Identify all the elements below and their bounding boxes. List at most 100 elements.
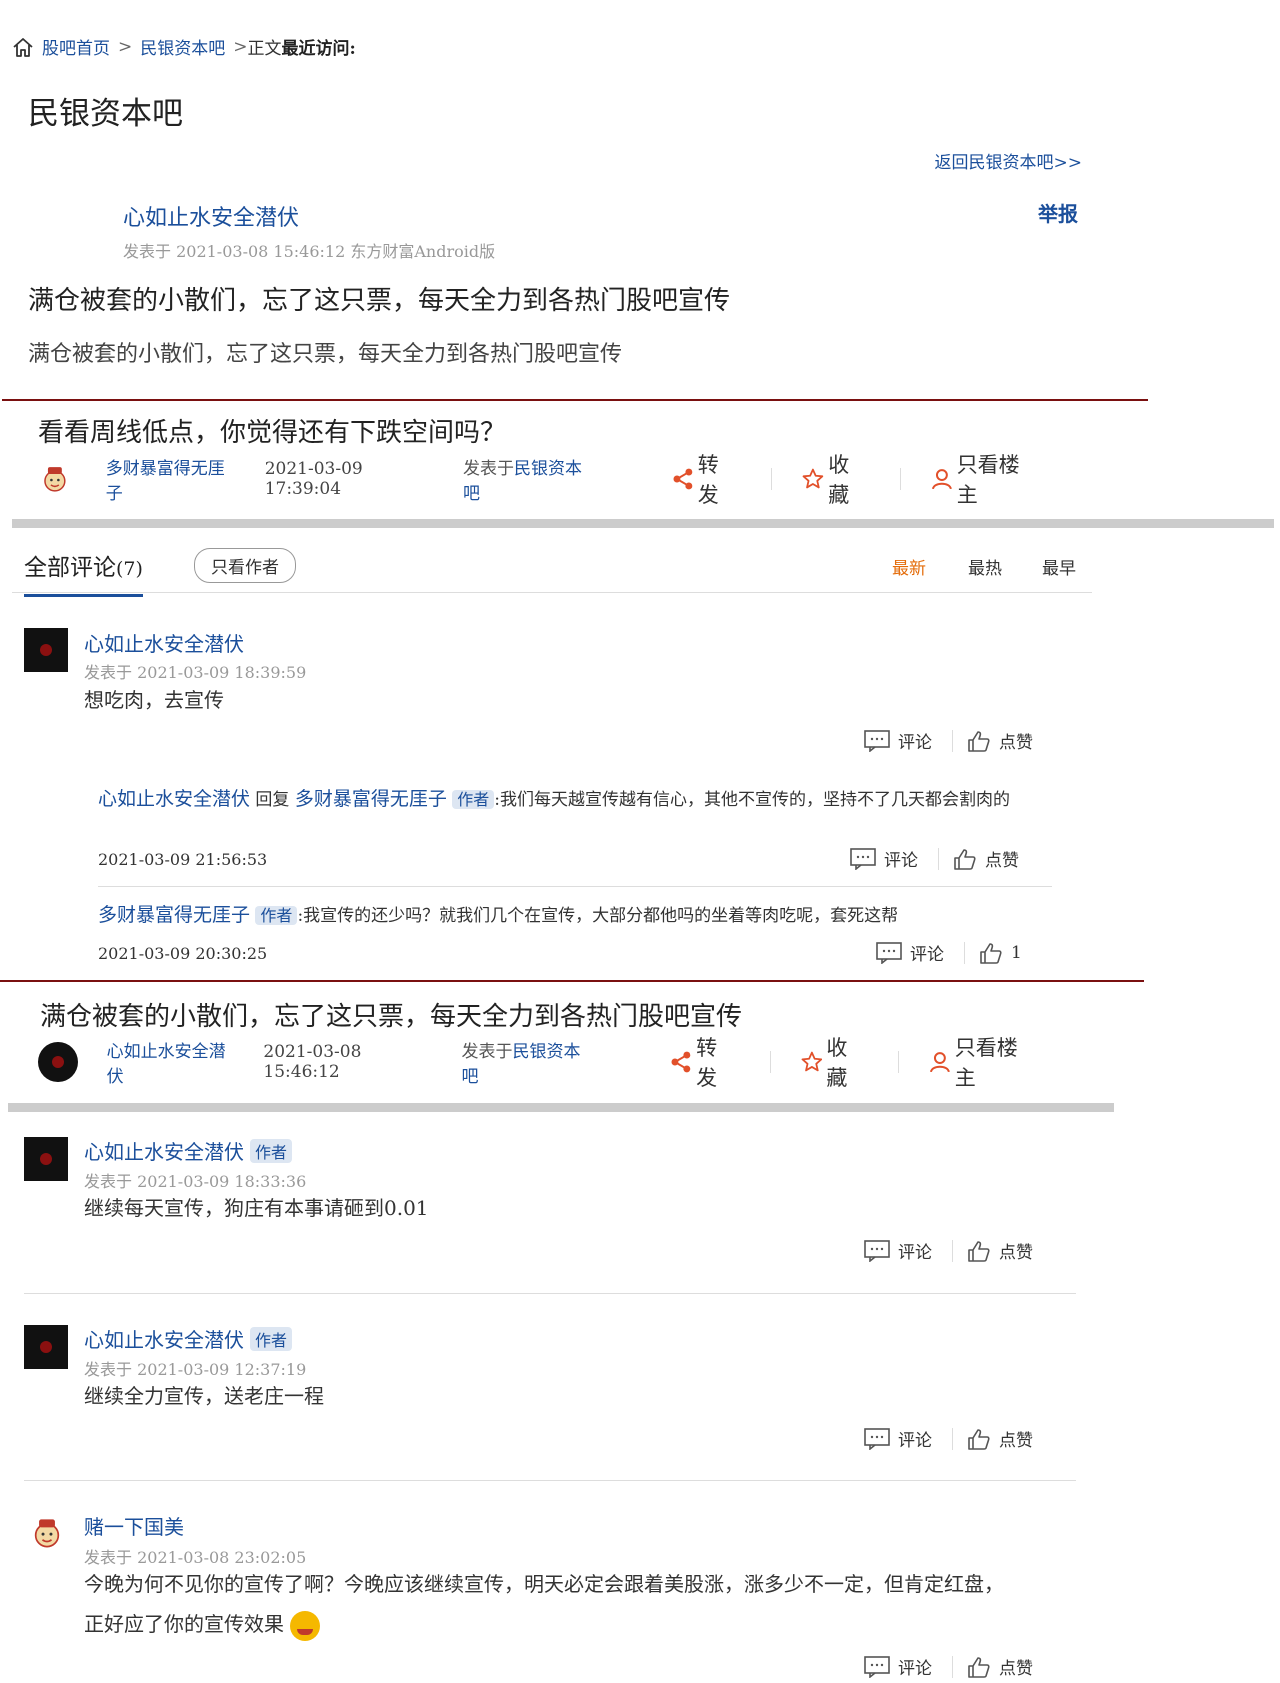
reply-text: :我宣传的还少吗？就我们几个在宣传，大部分都他吗的坐着等肉吃呢，套死这帮 (297, 906, 899, 926)
user-avatar-icon[interactable] (40, 464, 70, 494)
comment-label: 评论 (884, 851, 918, 871)
post-author[interactable]: 心如止水安全潜伏 (123, 200, 299, 232)
quoted-post-author[interactable]: 心如止水安全潜伏 (107, 1037, 242, 1087)
reply-author[interactable]: 多财暴富得无厓子 (98, 904, 250, 926)
post-title: 满仓被套的小散们，忘了这只票，每天全力到各热门股吧宣传 (28, 286, 731, 316)
breadcrumb-separator: > (118, 36, 133, 57)
like-count: 1 (1011, 942, 1022, 963)
favorite-button[interactable]: 收藏 (801, 1032, 868, 1092)
quoted-post-toolbar: 多财暴富得无厓子 2021-03-09 17:39:04 发表于民银资本吧 转发… (40, 453, 1040, 507)
only-owner-label: 只看楼主 (954, 1036, 1018, 1090)
avatar[interactable] (24, 1137, 68, 1181)
comment-icon (864, 1240, 890, 1262)
comment-author-link[interactable]: 心如止水安全潜伏 (84, 1136, 244, 1165)
like-icon (967, 1428, 991, 1450)
only-owner-button[interactable]: 只看楼主 (931, 449, 1040, 509)
only-owner-label: 只看楼主 (956, 453, 1020, 507)
avatar[interactable] (38, 1042, 78, 1082)
comment-author-link[interactable]: 心如止水安全潜伏 (84, 1324, 244, 1353)
avatar[interactable] (24, 628, 68, 672)
like-label: 点赞 (999, 1243, 1033, 1263)
like-button[interactable]: 点赞 (953, 846, 1019, 871)
favorite-label: 收藏 (826, 1036, 848, 1090)
sort-oldest[interactable]: 最早 (1042, 554, 1076, 579)
posted-in-label: 发表于 (463, 459, 515, 479)
comment-button[interactable]: 评论 (876, 940, 944, 965)
sort-newest[interactable]: 最新 (892, 554, 926, 579)
person-icon (931, 468, 953, 490)
breadcrumb-bar-link[interactable]: 民银资本吧 (140, 34, 225, 59)
like-button[interactable]: 点赞 (967, 1238, 1033, 1263)
comment-text-line: 正好应了你的宣传效果 (84, 1612, 284, 1636)
comment-label: 评论 (898, 1659, 932, 1679)
sort-hottest[interactable]: 最热 (968, 554, 1002, 579)
separator (771, 468, 773, 490)
author-badge: 作者 (255, 906, 298, 925)
author-badge: 作者 (250, 1326, 293, 1351)
comment-button[interactable]: 评论 (864, 728, 932, 753)
author-badge: 作者 (250, 1138, 293, 1163)
like-label: 点赞 (999, 1659, 1033, 1679)
comment-author-link[interactable]: 赌一下国美 (84, 1511, 184, 1540)
reply-actions: 评论 1 (876, 940, 1022, 965)
share-button[interactable]: 转发 (672, 449, 739, 509)
only-owner-button[interactable]: 只看楼主 (929, 1032, 1038, 1092)
comment-divider (24, 1293, 1076, 1294)
like-button[interactable]: 点赞 (967, 1654, 1033, 1679)
like-button[interactable]: 1 (979, 942, 1022, 964)
share-button[interactable]: 转发 (670, 1032, 737, 1092)
separator (964, 941, 965, 964)
avatar[interactable] (24, 1325, 68, 1369)
breadcrumb-home-link[interactable]: 股吧首页 (42, 34, 110, 59)
like-icon (979, 942, 1003, 964)
reply-date: 2021-03-09 21:56:53 (98, 850, 268, 869)
like-icon (953, 848, 977, 870)
comment-button[interactable]: 评论 (864, 1238, 932, 1263)
like-button[interactable]: 点赞 (967, 1426, 1033, 1451)
separator (938, 847, 939, 870)
home-icon[interactable] (12, 36, 34, 58)
comment-button[interactable]: 评论 (850, 846, 918, 871)
reply-word: 回复 (255, 790, 290, 810)
comment-label: 评论 (898, 1243, 932, 1263)
comment-label: 评论 (898, 1431, 932, 1451)
like-label: 点赞 (999, 733, 1033, 753)
gray-divider (12, 519, 1274, 528)
comment-actions: 评论 点赞 (864, 1426, 1033, 1451)
bar-title: 民银资本吧 (28, 96, 183, 132)
comment-button[interactable]: 评论 (864, 1654, 932, 1679)
separator (952, 1239, 953, 1262)
breadcrumb: 股吧首页 > 民银资本吧 > 正文最近访问: (12, 34, 356, 59)
like-button[interactable]: 点赞 (967, 728, 1033, 753)
comment-text-line: 今晚为何不见你的宣传了啊？今晚应该继续宣传，明天必定会跟着美股涨，涨多少不一定，… (84, 1572, 1004, 1596)
author-badge: 作者 (452, 790, 495, 809)
comment-label: 评论 (910, 945, 944, 965)
comment-icon (864, 1656, 890, 1678)
favorite-button[interactable]: 收藏 (802, 449, 869, 509)
recent-visits-label[interactable]: 最近访问: (282, 39, 356, 59)
gray-divider (8, 1103, 1114, 1112)
separator (952, 1655, 953, 1678)
reply-divider (98, 886, 1052, 887)
like-icon (967, 1656, 991, 1678)
reply-target[interactable]: 多财暴富得无厓子 (295, 788, 447, 810)
quoted-post-title[interactable]: 看看周线低点，你觉得还有下跌空间吗？ (38, 412, 506, 449)
back-to-bar-link[interactable]: 返回民银资本吧>> (935, 148, 1083, 173)
like-label: 点赞 (999, 1431, 1033, 1451)
share-label: 转发 (697, 453, 719, 507)
comment-author-link[interactable]: 心如止水安全潜伏 (84, 628, 244, 657)
comment-button[interactable]: 评论 (864, 1426, 932, 1451)
report-button[interactable]: 举报 (1038, 198, 1078, 227)
reply-author[interactable]: 心如止水安全潜伏 (98, 788, 250, 810)
quoted-post-author[interactable]: 多财暴富得无厓子 (106, 454, 241, 504)
user-avatar-icon[interactable] (30, 1516, 64, 1550)
tab-all-comments[interactable]: 全部评论(7) (24, 548, 143, 597)
quoted-post-date: 2021-03-09 17:39:04 (264, 459, 363, 499)
comment-icon (864, 1428, 890, 1450)
like-label: 点赞 (985, 851, 1019, 871)
separator (899, 468, 901, 490)
reply-item: 心如止水安全潜伏 回复 多财暴富得无厓子 作者:我们每天越宣传越有信心，其他不宣… (98, 788, 1038, 811)
quoted-post-title[interactable]: 满仓被套的小散们，忘了这只票，每天全力到各热门股吧宣传 (40, 996, 742, 1033)
quoted-post-toolbar: 心如止水安全潜伏 2021-03-08 15:46:12 发表于民银资本吧 转发… (38, 1036, 1038, 1090)
only-author-button[interactable]: 只看作者 (194, 548, 296, 583)
